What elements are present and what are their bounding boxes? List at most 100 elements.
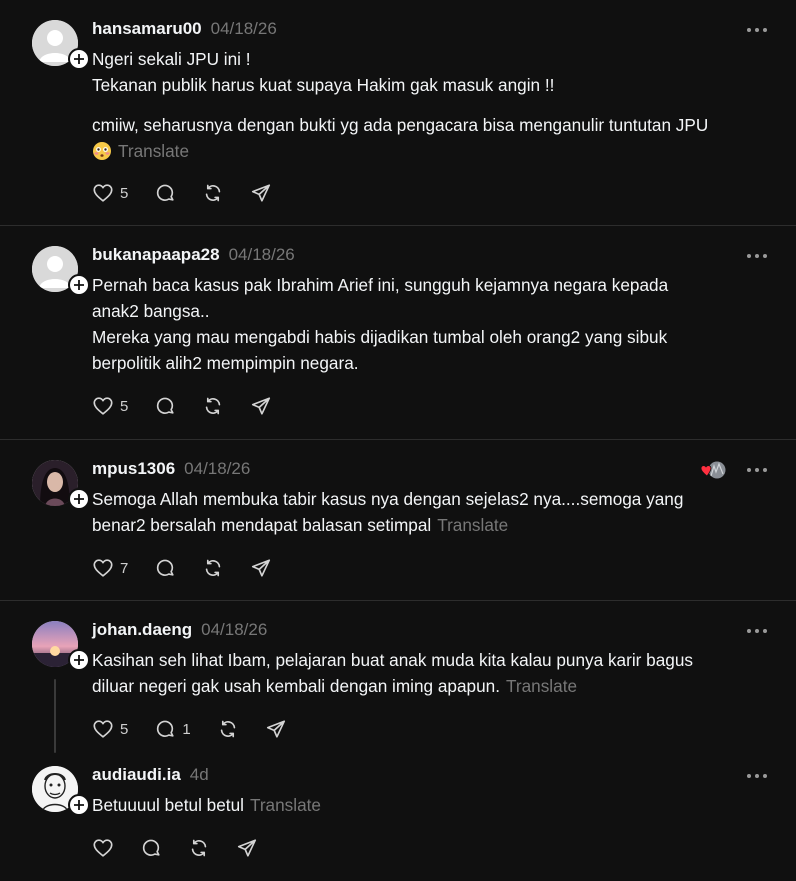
heart-icon: [93, 184, 113, 202]
username[interactable]: bukanapaapa28: [92, 245, 220, 265]
repost-button[interactable]: [188, 834, 210, 862]
post-text: cmiiw, seharusnya dengan bukti yg ada pe…: [92, 112, 772, 164]
post-text: Betuuuul betul betul Translate: [92, 792, 772, 818]
avatar[interactable]: [32, 20, 90, 70]
thread-line: [54, 679, 56, 753]
like-button[interactable]: 7: [92, 554, 128, 582]
follow-plus-icon[interactable]: [68, 274, 90, 296]
reply-button[interactable]: [154, 554, 176, 582]
reply-button[interactable]: [140, 834, 162, 862]
avatar[interactable]: [32, 460, 90, 510]
repost-button[interactable]: [217, 715, 239, 743]
like-count: 5: [120, 397, 129, 415]
repost-button[interactable]: [202, 554, 224, 582]
post-line: Pernah baca kasus pak Ibrahim Arief ini,…: [92, 275, 669, 295]
follow-plus-icon[interactable]: [68, 649, 90, 671]
follow-plus-icon[interactable]: [68, 794, 90, 816]
avatar[interactable]: [32, 621, 90, 671]
share-button[interactable]: [250, 554, 272, 582]
more-icon[interactable]: [747, 771, 769, 781]
repost-button[interactable]: [202, 392, 224, 420]
like-button[interactable]: 5: [92, 179, 128, 207]
post-date[interactable]: 04/18/26: [211, 19, 277, 39]
post-line: Tekanan publik harus kuat supaya Hakim g…: [92, 75, 555, 95]
repost-icon: [220, 720, 235, 738]
translate-link[interactable]: Translate: [118, 141, 189, 161]
comment-icon: [157, 397, 174, 414]
post-header: mpus1306 04/18/26: [92, 459, 250, 479]
post-date[interactable]: 04/18/26: [201, 620, 267, 640]
flushed-emoji-icon: [92, 141, 112, 161]
like-count: 5: [120, 184, 129, 202]
username[interactable]: johan.daeng: [92, 620, 192, 640]
like-button[interactable]: 5: [92, 715, 128, 743]
username[interactable]: audiaudi.ia: [92, 765, 181, 785]
post-actions: 5 1: [92, 715, 313, 743]
post-header: bukanapaapa28 04/18/26: [92, 245, 295, 265]
heart-icon: [93, 397, 113, 415]
like-button[interactable]: 5: [92, 392, 128, 420]
post-text: Ngeri sekali JPU ini ! Tekanan publik ha…: [92, 46, 772, 98]
comment-icon: [157, 184, 174, 201]
post-text: Pernah baca kasus pak Ibrahim Arief ini,…: [92, 272, 772, 376]
share-button[interactable]: [265, 715, 287, 743]
avatar[interactable]: [32, 766, 90, 816]
username[interactable]: mpus1306: [92, 459, 175, 479]
post-line: Semoga Allah membuka tabir kasus nya den…: [92, 489, 684, 509]
post: bukanapaapa28 04/18/26 Pernah baca kasus…: [0, 226, 796, 440]
repost-icon: [206, 559, 221, 577]
follow-plus-icon[interactable]: [68, 48, 90, 70]
translate-link[interactable]: Translate: [250, 795, 321, 815]
share-icon: [252, 397, 271, 415]
more-icon[interactable]: [747, 626, 769, 636]
more-icon[interactable]: [747, 251, 769, 261]
post-header: audiaudi.ia 4d: [92, 765, 209, 785]
share-button[interactable]: [250, 179, 272, 207]
thread-feed: hansamaru00 04/18/26 Ngeri sekali JPU in…: [0, 0, 796, 881]
heart-icon: [93, 559, 113, 577]
comment-icon: [157, 720, 174, 737]
post-date[interactable]: 04/18/26: [184, 459, 250, 479]
more-icon[interactable]: [747, 25, 769, 35]
post-actions: 5: [92, 392, 298, 420]
share-icon: [237, 839, 257, 857]
reply-button[interactable]: [154, 392, 176, 420]
like-count: 5: [120, 720, 129, 738]
reply-button[interactable]: [154, 179, 176, 207]
repost-button[interactable]: [202, 179, 224, 207]
repost-icon: [206, 184, 221, 202]
username[interactable]: hansamaru00: [92, 19, 202, 39]
post: mpus1306 04/18/26 Semoga Allah membuka t…: [0, 440, 796, 601]
reply-count: 1: [182, 720, 191, 738]
like-button[interactable]: [92, 834, 114, 862]
post-line: anak2 bangsa..: [92, 301, 210, 321]
post-line: Betuuuul betul betul: [92, 795, 244, 815]
repost-icon: [206, 397, 221, 415]
heart-icon: [93, 720, 113, 738]
heart-icon: [93, 839, 113, 857]
share-icon: [252, 559, 271, 577]
reactor-avatars[interactable]: [700, 460, 726, 480]
post-line: Ngeri sekali JPU ini !: [92, 49, 251, 69]
post-actions: 5: [92, 179, 298, 207]
post-date[interactable]: 04/18/26: [229, 245, 295, 265]
follow-plus-icon[interactable]: [68, 488, 90, 510]
reply-button[interactable]: 1: [154, 715, 191, 743]
avatar[interactable]: [32, 246, 90, 296]
more-icon[interactable]: [747, 465, 769, 475]
post-header: hansamaru00 04/18/26: [92, 19, 277, 39]
post-text: Semoga Allah membuka tabir kasus nya den…: [92, 486, 772, 538]
share-button[interactable]: [236, 834, 258, 862]
post: johan.daeng 04/18/26 Kasihan seh lihat I…: [0, 601, 796, 881]
post-line: diluar negeri gak usah kembali dengan im…: [92, 676, 501, 696]
post-date[interactable]: 4d: [190, 765, 209, 785]
share-button[interactable]: [250, 392, 272, 420]
repost-icon: [191, 839, 207, 857]
share-icon: [252, 184, 271, 202]
post-line: berpolitik alih2 mempimpin negara.: [92, 353, 359, 373]
translate-link[interactable]: Translate: [506, 676, 577, 696]
post-text: Kasihan seh lihat Ibam, pelajaran buat a…: [92, 647, 772, 699]
post-actions: 7: [92, 554, 298, 582]
post-line: Kasihan seh lihat Ibam, pelajaran buat a…: [92, 650, 693, 670]
translate-link[interactable]: Translate: [437, 515, 508, 535]
